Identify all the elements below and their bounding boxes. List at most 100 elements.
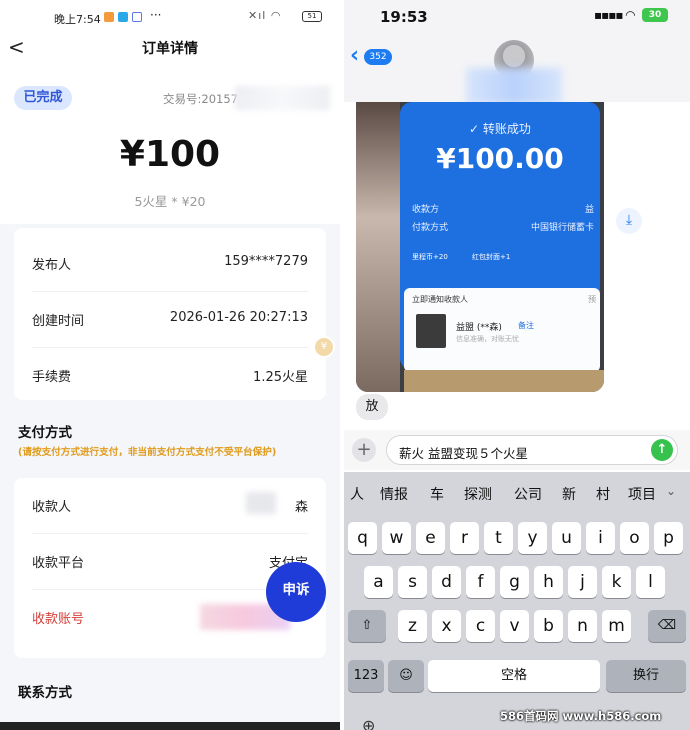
status-badge: 已完成 <box>14 86 72 110</box>
key-n[interactable]: n <box>568 610 597 642</box>
numbers-key[interactable]: 123 <box>348 660 384 692</box>
payee-avatar <box>416 314 446 348</box>
send-icon[interactable]: ↑ <box>651 439 673 461</box>
payment-row: 收款人 森 <box>32 478 308 534</box>
transfer-key: 付款方式 <box>412 223 449 233</box>
reward-chip: 里程币+20 <box>412 253 448 261</box>
key-i[interactable]: i <box>586 522 615 554</box>
key-l[interactable]: l <box>636 566 665 598</box>
return-key[interactable]: 换行 <box>606 660 686 692</box>
key-o[interactable]: o <box>620 522 649 554</box>
key-w[interactable]: w <box>382 522 411 554</box>
floating-coin-icon[interactable]: ¥ <box>313 336 335 358</box>
key-s[interactable]: s <box>398 566 427 598</box>
key-z[interactable]: z <box>398 610 427 642</box>
candidate-word[interactable]: 新 <box>562 484 576 504</box>
emoji-key[interactable]: ☺ <box>388 660 424 692</box>
info-row: 手续费 1.25火星 <box>32 348 308 404</box>
candidate-word[interactable]: 车 <box>430 484 444 504</box>
screenshot-collage: 晚上7:54 ··· ✕ıl ◠ 51 < 订单详情 已完成 交易号:20157… <box>0 0 690 730</box>
preview-label: 预 <box>588 295 596 304</box>
info-row: 创建时间 2026-01-26 20:27:13 <box>32 292 308 348</box>
redacted-contact-name <box>466 68 562 104</box>
info-value: 1.25火星 <box>253 370 308 385</box>
page-title: 订单详情 <box>142 41 198 57</box>
globe-icon[interactable]: ⊕ <box>362 716 375 730</box>
key-e[interactable]: e <box>416 522 445 554</box>
candidate-word[interactable]: 村 <box>596 484 610 504</box>
info-key: 创建时间 <box>32 314 85 329</box>
notify-title: 立即通知收款人 <box>412 295 468 304</box>
candidate-word[interactable]: 情报 <box>380 484 408 504</box>
payment-key: 收款平台 <box>32 556 85 571</box>
site-watermark: 586首码网 www.h586.com <box>500 709 662 723</box>
plus-icon[interactable]: + <box>352 438 376 462</box>
payment-key: 收款人 <box>32 500 72 515</box>
photo-background <box>356 102 400 392</box>
message-input-text[interactable]: 薪火 益盟变现５个火星 <box>399 443 528 462</box>
shift-key[interactable]: ⇧ <box>348 610 386 642</box>
key-y[interactable]: y <box>518 522 547 554</box>
key-a[interactable]: a <box>364 566 393 598</box>
key-q[interactable]: q <box>348 522 377 554</box>
key-c[interactable]: c <box>466 610 495 642</box>
chat-screen: 19:53 ▪▪▪▪ ◠ 30 ‹ 352 ✓ 转账成功 ¥100.00 收款方… <box>344 0 690 730</box>
key-u[interactable]: u <box>552 522 581 554</box>
back-button[interactable]: ‹ <box>350 44 359 68</box>
key-t[interactable]: t <box>484 522 513 554</box>
app-notification-icon <box>104 12 114 22</box>
transfer-value: 中国银行储蓄卡 <box>530 223 594 233</box>
key-g[interactable]: g <box>500 566 529 598</box>
notify-payee-card: 立即通知收款人 预 益盟 (**森) 备注 信息准确，对账无忧 <box>404 288 600 372</box>
payee-note-link: 备注 <box>518 321 534 330</box>
delete-key[interactable]: ⌫ <box>648 610 686 642</box>
key-m[interactable]: m <box>602 610 631 642</box>
message-input[interactable]: 薪火 益盟变现５个火星 ↑ <box>386 435 678 465</box>
keyboard: 人 情报 车 探测 公司 新 村 项目 ⌄ q w e r t y u i o … <box>344 472 690 730</box>
candidate-word[interactable]: 项目 <box>628 484 656 504</box>
appeal-button[interactable]: 申诉 <box>266 562 326 622</box>
key-p[interactable]: p <box>654 522 683 554</box>
candidate-bar: 人 情报 车 探测 公司 新 村 项目 ⌄ <box>344 472 690 512</box>
key-v[interactable]: v <box>500 610 529 642</box>
info-row: 发布人 159****7279 <box>32 236 308 292</box>
key-d[interactable]: d <box>432 566 461 598</box>
status-time: 19:53 <box>380 8 428 26</box>
signal-wifi-icon: ✕ıl ◠ <box>248 9 282 22</box>
order-detail-screen: 晚上7:54 ··· ✕ıl ◠ 51 < 订单详情 已完成 交易号:20157… <box>0 0 340 730</box>
key-x[interactable]: x <box>432 610 461 642</box>
chat-image-message[interactable]: ✓ 转账成功 ¥100.00 收款方 益 付款方式 中国银行储蓄卡 里程币+20… <box>356 102 604 392</box>
payment-method-title: 支付方式 <box>18 425 72 441</box>
key-r[interactable]: r <box>450 522 479 554</box>
chat-text-bubble[interactable]: 放 <box>356 394 388 420</box>
redacted-transaction-number <box>235 86 330 110</box>
payee-description: 信息准确，对账无忧 <box>456 335 519 343</box>
transfer-value: 益 <box>584 205 594 215</box>
app-notification-icon <box>132 12 142 22</box>
info-value: 2026-01-26 20:27:13 <box>169 310 308 325</box>
key-h[interactable]: h <box>534 566 563 598</box>
payment-warning: (请按支付方式进行支付，非当前支付方式支付不受平台保护) <box>18 447 277 458</box>
candidate-word[interactable]: 人 <box>350 484 364 504</box>
space-key[interactable]: 空格 <box>428 660 600 692</box>
chat-header: 19:53 ▪▪▪▪ ◠ 30 ‹ 352 <box>344 0 690 104</box>
reward-chip: 红包封面+1 <box>472 253 511 261</box>
contact-title: 联系方式 <box>18 685 72 701</box>
payment-key: 收款账号 <box>32 612 85 627</box>
unread-count-badge[interactable]: 352 <box>364 49 392 65</box>
bottom-bar <box>0 722 340 730</box>
chevron-down-icon[interactable]: ⌄ <box>666 484 676 498</box>
transaction-number: 交易号:20157 <box>163 92 238 106</box>
status-time: 晚上7:54 <box>54 13 101 26</box>
payment-value: 森 <box>294 500 308 515</box>
candidate-word[interactable]: 公司 <box>514 484 542 504</box>
key-b[interactable]: b <box>534 610 563 642</box>
key-j[interactable]: j <box>568 566 597 598</box>
transfer-amount: ¥100.00 <box>436 142 564 175</box>
redacted-payee <box>246 492 276 514</box>
key-f[interactable]: f <box>466 566 495 598</box>
download-icon[interactable]: ⤓ <box>616 208 642 234</box>
amount-breakdown: 5火星 * ¥20 <box>134 194 206 209</box>
key-k[interactable]: k <box>602 566 631 598</box>
candidate-word[interactable]: 探测 <box>464 484 492 504</box>
